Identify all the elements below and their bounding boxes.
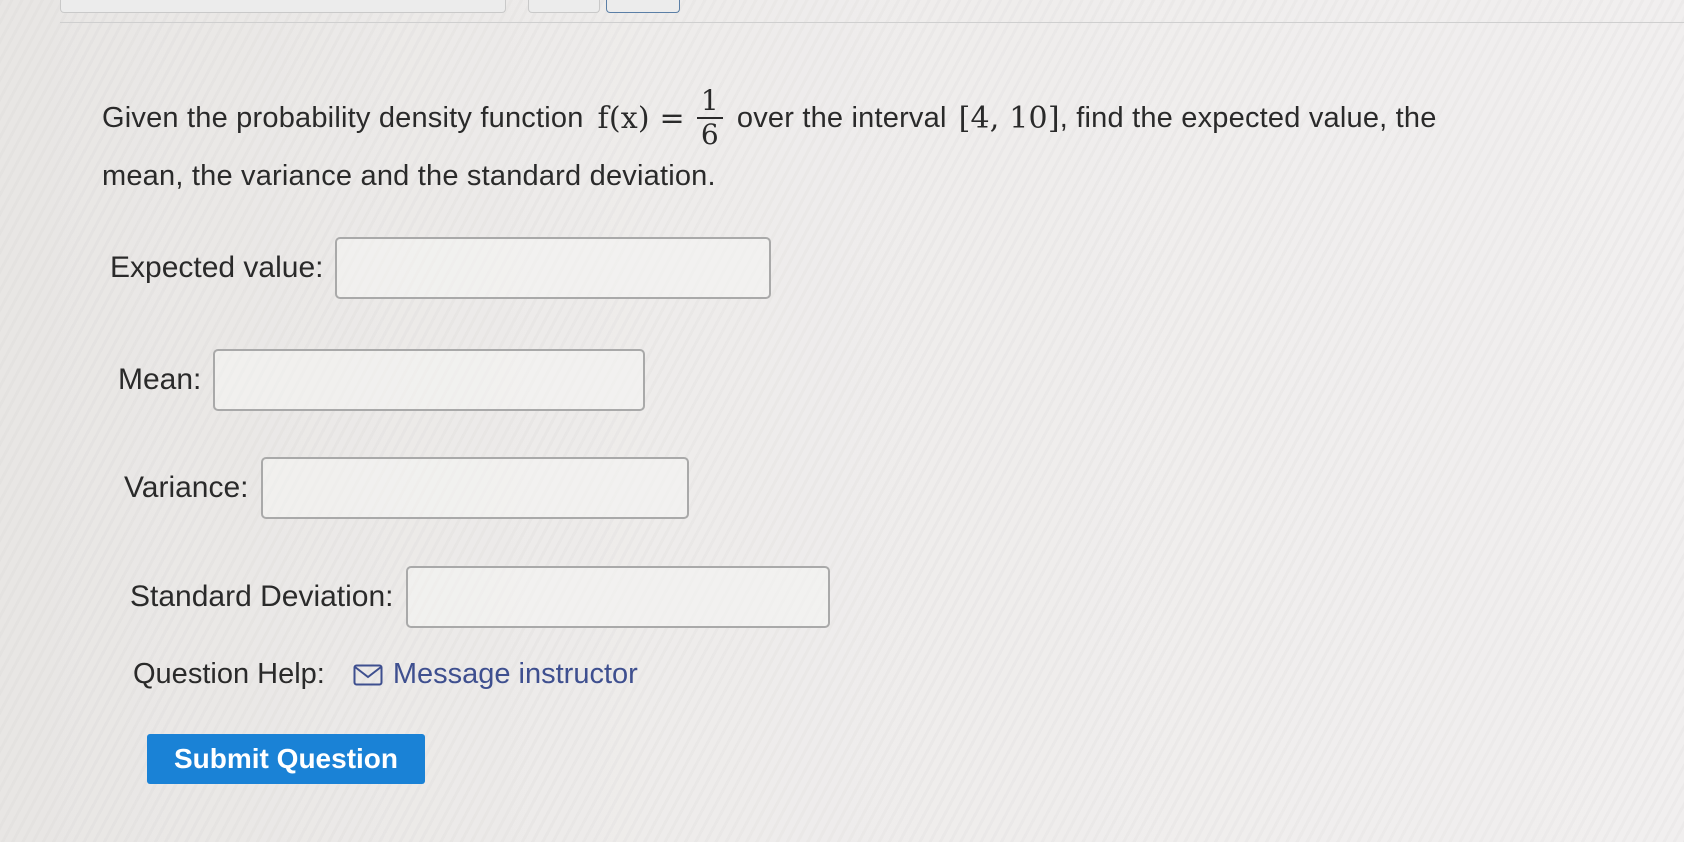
question-help-row: Question Help: Message instructor bbox=[133, 658, 638, 691]
top-tab-middle[interactable] bbox=[528, 0, 600, 13]
question-intro: Given the probability density function bbox=[102, 101, 584, 134]
fraction-denominator: 6 bbox=[700, 118, 719, 151]
fraction-numerator: 1 bbox=[696, 85, 723, 119]
message-instructor-link[interactable]: Message instructor bbox=[353, 658, 638, 691]
standard-deviation-label: Standard Deviation: bbox=[130, 580, 394, 613]
mail-icon bbox=[353, 664, 383, 685]
question-text: Given the probability density function f… bbox=[102, 85, 1622, 193]
top-tab-left[interactable] bbox=[60, 0, 506, 13]
mean-label: Mean: bbox=[118, 363, 202, 396]
standard-deviation-row: Standard Deviation: bbox=[130, 566, 830, 628]
top-toolbar-strip bbox=[0, 0, 1684, 24]
submit-question-button[interactable]: Submit Question bbox=[147, 734, 425, 784]
question-over-text: over the interval bbox=[736, 101, 947, 134]
standard-deviation-input[interactable] bbox=[405, 566, 830, 628]
expected-value-row: Expected value: bbox=[110, 237, 772, 299]
top-tab-right[interactable] bbox=[606, 0, 680, 13]
expected-value-input[interactable] bbox=[335, 237, 772, 299]
question-line-2: mean, the variance and the standard devi… bbox=[102, 160, 716, 192]
message-instructor-text: Message instructor bbox=[392, 658, 638, 690]
expected-value-label: Expected value: bbox=[110, 251, 324, 284]
mean-row: Mean: bbox=[118, 349, 646, 411]
interval: [4, 10] bbox=[958, 100, 1060, 136]
fraction: 1 6 bbox=[696, 85, 723, 151]
question-help-label: Question Help: bbox=[133, 658, 325, 690]
question-tail-text: , find the expected value, the bbox=[1059, 101, 1437, 134]
question-line-1: Given the probability density function f… bbox=[102, 85, 1622, 151]
function-expression: f(x) = bbox=[597, 100, 685, 136]
variance-label: Variance: bbox=[124, 471, 249, 504]
variance-row: Variance: bbox=[124, 457, 689, 519]
variance-input[interactable] bbox=[260, 457, 689, 519]
mean-input[interactable] bbox=[213, 349, 646, 411]
divider bbox=[60, 22, 1684, 23]
